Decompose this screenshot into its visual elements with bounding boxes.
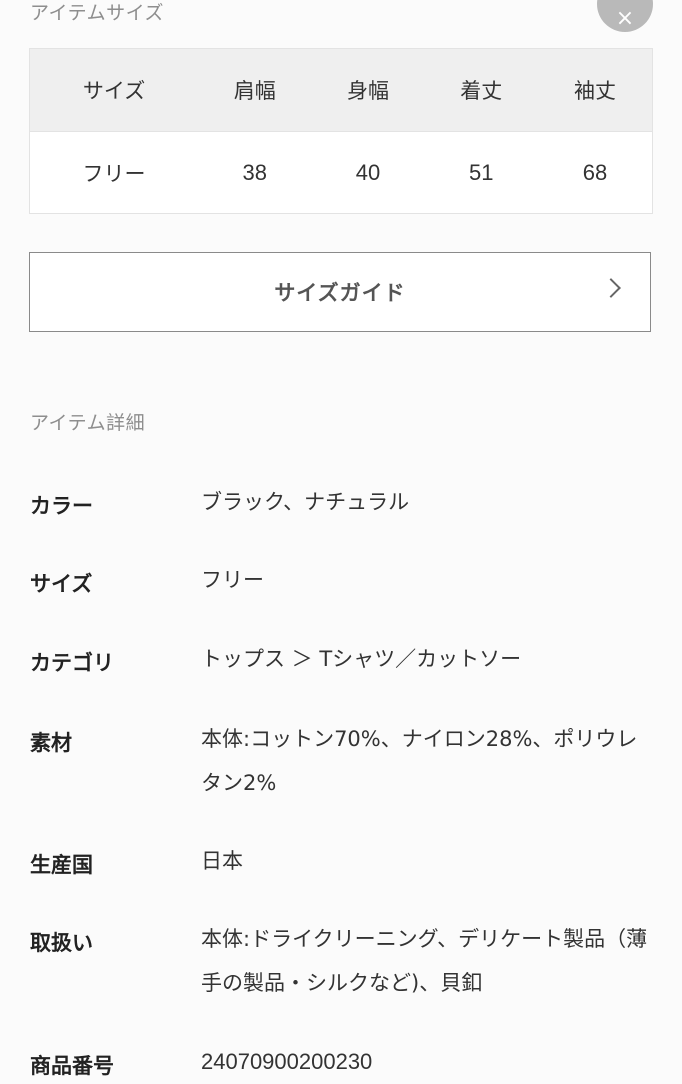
detail-value: フリー [201, 568, 264, 592]
detail-value: 24070900200230 [201, 1049, 373, 1074]
detail-label: 取扱い [30, 931, 93, 955]
detail-value: ブラック、ナチュラル [201, 490, 410, 514]
item-detail-title: アイテム詳細 [30, 412, 146, 434]
size-cell: 38 [198, 131, 312, 214]
item-size-title: アイテムサイズ [30, 2, 165, 24]
size-table-header-row: サイズ 肩幅 身幅 着丈 袖丈 [29, 48, 653, 132]
size-cell: 51 [424, 131, 538, 214]
detail-label: 素材 [30, 731, 72, 755]
chevron-right-icon [601, 278, 621, 298]
detail-label: カラー [30, 494, 93, 518]
close-icon: × [615, 5, 635, 31]
close-button[interactable]: × [597, 0, 653, 32]
detail-label: カテゴリ [30, 651, 114, 675]
detail-label: サイズ [30, 572, 93, 596]
size-cell: 40 [311, 131, 425, 214]
detail-value: 本体:ドライクリーニング、デリケート製品（薄手の製品・シルクなど)、貝釦 [201, 927, 648, 995]
size-cell: 68 [537, 131, 653, 214]
detail-value: トップス ＞ Tシャツ／カットソー [201, 647, 522, 671]
detail-label: 商品番号 [30, 1054, 114, 1078]
size-guide-label: サイズガイド [274, 281, 406, 305]
size-table-header-cell: 袖丈 [537, 48, 653, 132]
size-table-header-cell: 身幅 [311, 48, 425, 132]
size-table-header-cell: サイズ [29, 48, 199, 132]
size-cell: フリー [29, 131, 199, 214]
table-row: フリー 38 40 51 68 [29, 131, 653, 214]
detail-value: 日本 [201, 849, 243, 873]
detail-value: 本体:コットン70%、ナイロン28%、ポリウレタン2% [201, 727, 638, 795]
size-guide-button[interactable]: サイズガイド [29, 252, 651, 332]
size-table-header-cell: 肩幅 [198, 48, 312, 132]
detail-label: 生産国 [30, 853, 93, 877]
size-table: サイズ 肩幅 身幅 着丈 袖丈 フリー 38 40 51 68 [29, 48, 653, 214]
size-table-header-cell: 着丈 [424, 48, 538, 132]
